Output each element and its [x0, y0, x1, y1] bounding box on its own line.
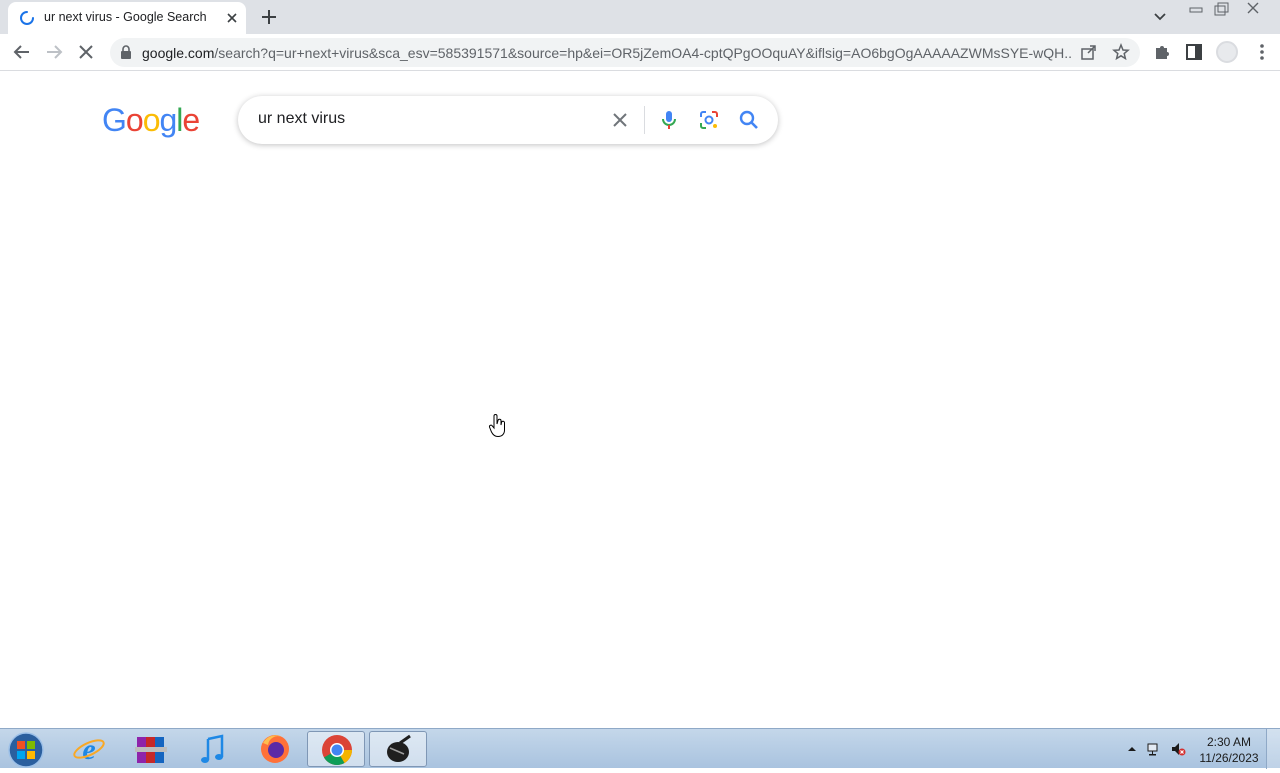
search-icon[interactable]	[738, 109, 760, 131]
chevron-down-icon[interactable]	[1152, 10, 1168, 24]
system-clock[interactable]: 2:30 AM 11/26/2023	[1196, 734, 1262, 766]
chrome-icon	[322, 735, 352, 766]
more-menu-icon[interactable]	[1252, 42, 1272, 62]
minimize-icon[interactable]	[1183, 0, 1209, 18]
forward-arrow-icon[interactable]	[44, 42, 64, 62]
close-tab-icon[interactable]	[224, 10, 240, 26]
logo-letter: g	[159, 102, 177, 138]
close-window-icon[interactable]	[1240, 0, 1266, 18]
restore-icon[interactable]	[1208, 0, 1234, 18]
back-arrow-icon[interactable]	[12, 42, 32, 62]
logo-letter: o	[125, 102, 144, 138]
share-icon[interactable]	[1080, 43, 1098, 61]
side-panel-icon[interactable]	[1184, 42, 1204, 62]
music-note-icon	[201, 734, 224, 763]
search-box[interactable]: ur next virus	[238, 96, 778, 144]
volume-muted-icon[interactable]	[1170, 741, 1186, 757]
network-icon[interactable]	[1146, 741, 1162, 757]
clock-date: 11/26/2023	[1199, 751, 1259, 765]
firefox-icon	[261, 735, 289, 763]
archive-books-icon	[135, 737, 167, 763]
avatar-icon[interactable]	[1216, 41, 1238, 63]
address-bar[interactable]: google.com/search?q=ur+next+virus&sca_es…	[110, 38, 1140, 67]
taskbar-app-firefox[interactable]	[246, 731, 304, 767]
url-text[interactable]: google.com/search?q=ur+next+virus&sca_es…	[142, 45, 1072, 61]
taskbar-app-itunes[interactable]	[184, 731, 242, 767]
windows-taskbar: e 2:30 AM 11/26/2023	[0, 728, 1280, 769]
taskbar-app-internet-explorer[interactable]: e	[60, 731, 118, 767]
logo-letter: G	[102, 102, 127, 138]
stop-loading-icon[interactable]	[76, 42, 96, 62]
clock-time: 2:30 AM	[1206, 735, 1252, 749]
internet-explorer-icon: e	[73, 733, 105, 766]
browser-toolbar: google.com/search?q=ur+next+virus&sca_es…	[0, 34, 1280, 71]
new-tab-icon[interactable]	[260, 8, 278, 26]
close-icon[interactable]	[610, 110, 630, 130]
star-icon[interactable]	[1112, 43, 1130, 61]
logo-letter: o	[142, 102, 161, 138]
hand-cursor-icon	[489, 414, 505, 438]
microphone-icon[interactable]	[658, 109, 680, 131]
camera-lens-icon[interactable]	[698, 109, 720, 131]
start-button-icon[interactable]	[6, 731, 46, 769]
svg-text:e: e	[82, 733, 95, 766]
google-logo[interactable]: Google	[102, 102, 200, 139]
taskbar-app-winrar[interactable]	[122, 731, 180, 767]
lock-icon[interactable]	[120, 45, 132, 59]
divider	[644, 106, 645, 134]
logo-letter: e	[182, 102, 200, 138]
taskbar-app-unknown[interactable]	[369, 731, 427, 767]
taskbar-app-chrome[interactable]	[307, 731, 365, 767]
app-icon	[387, 734, 411, 762]
show-desktop-button[interactable]	[1266, 729, 1280, 769]
search-input[interactable]: ur next virus	[258, 110, 345, 128]
tab-strip: ur next virus - Google Search	[0, 0, 1280, 34]
tab-title: ur next virus - Google Search	[44, 10, 207, 24]
puzzle-icon[interactable]	[1152, 42, 1172, 62]
url-path: /search?q=ur+next+virus&sca_esv=58539157…	[214, 45, 1072, 61]
show-hidden-icons-icon[interactable]	[1124, 741, 1140, 757]
loading-spinner-icon	[20, 11, 34, 25]
url-host: google.com	[142, 45, 215, 61]
browser-tab[interactable]: ur next virus - Google Search	[8, 2, 246, 34]
